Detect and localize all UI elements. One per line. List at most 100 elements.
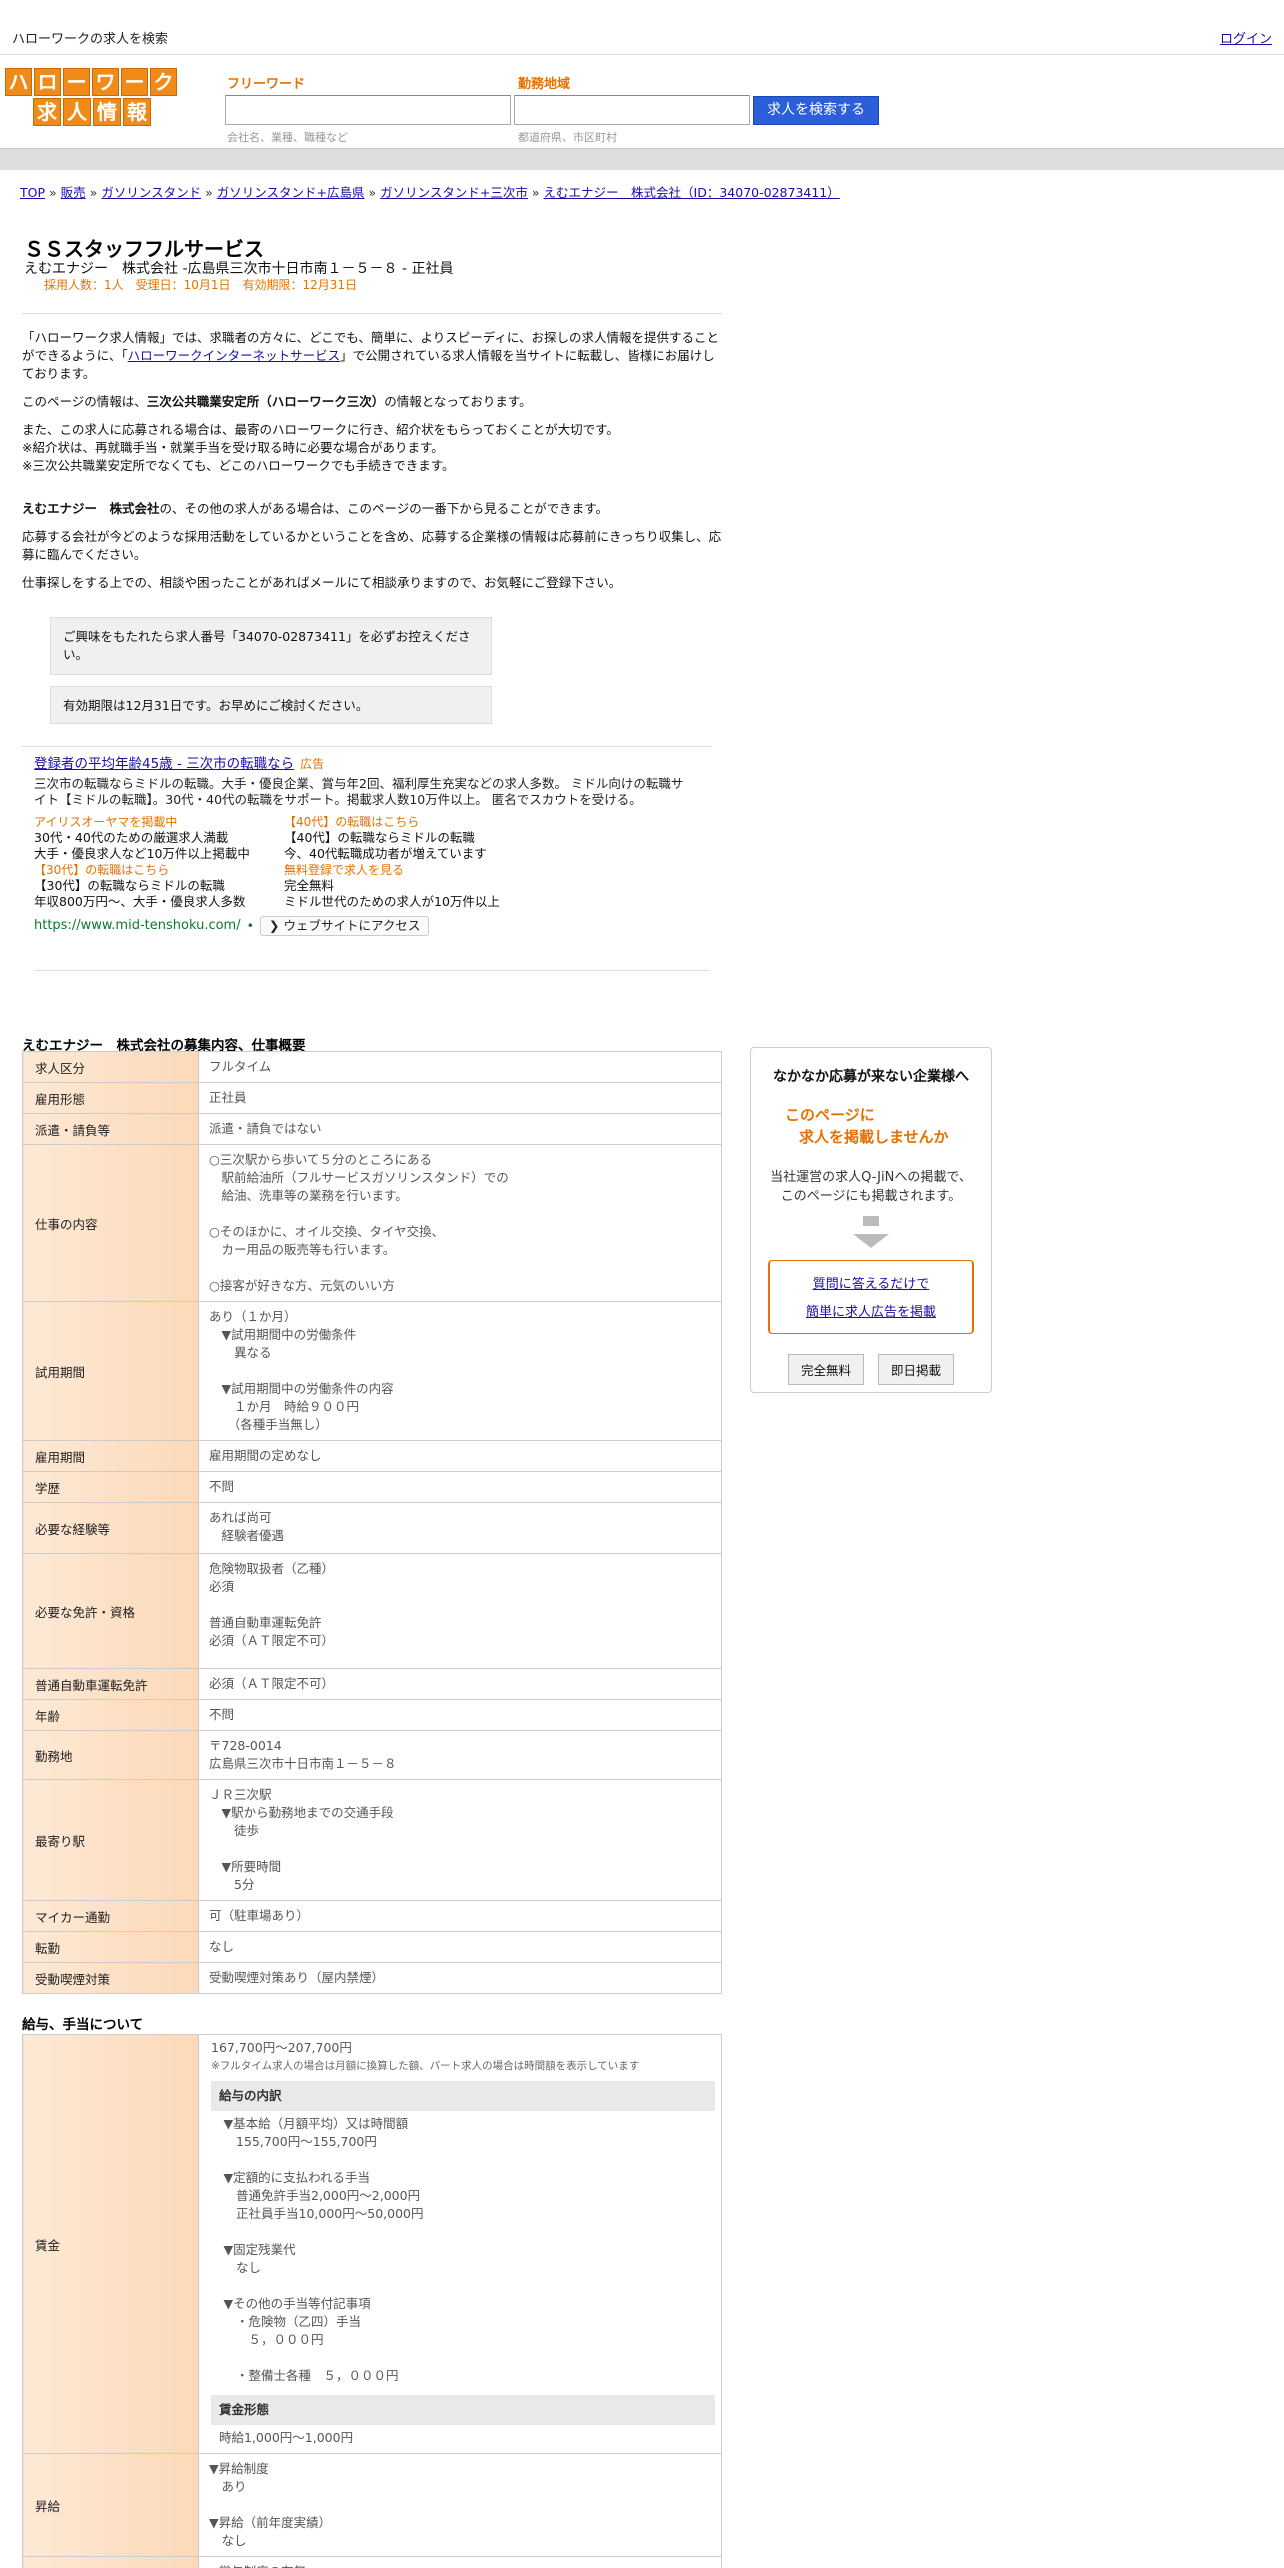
logo-char: ロ (34, 68, 61, 96)
hellowork-internet-service-link[interactable]: ハローワークインターネットサービス (128, 348, 341, 363)
breadcrumb-gas-station-miyoshi[interactable]: ガソリンスタンド+三次市 (380, 185, 528, 200)
search-button[interactable]: 求人を検索する (753, 96, 879, 125)
table-row: 必要な経験等 あれば尚可 経験者優遇 (22, 1502, 722, 1554)
login-link[interactable]: ログイン (1220, 28, 1272, 47)
hellowork-logo[interactable]: ハローワーク 求人情報 (5, 68, 181, 126)
table-row: 賃金 167,700円〜207,700円 ※フルタイム求人の場合は月額に換算した… (22, 2034, 722, 2454)
ad-sitelink[interactable]: アイリスオーヤマを掲載中 30代・40代のための厳選求人満載 大手・優良求人など… (34, 814, 284, 862)
breadcrumb-company[interactable]: えむエナジー 株式会社（ID：34070-02873411） (544, 185, 840, 200)
intro-paragraph-5: 応募する会社が今どのような採用活動をしているかということを含め、応募する企業様の… (22, 529, 722, 562)
ad-url[interactable]: https://www.mid-tenshoku.com/ (34, 918, 241, 934)
promo-title: なかなか応募が来ない企業様へ (773, 1069, 969, 1085)
top-bar: ハローワークの求人を検索 ログイン (0, 0, 1284, 55)
row-label: マイカー通勤 (22, 1900, 199, 1932)
row-value: 雇用期間の定めなし (198, 1440, 722, 1472)
ad-divider-top (22, 746, 712, 747)
sponsored-ad: 登録者の平均年齢45歳 - 三次市の転職なら 広告 三次市の転職ならミドルの転職。… (34, 756, 684, 936)
row-value: 正社員 (198, 1082, 722, 1114)
row-value: 不問 (198, 1699, 722, 1731)
row-value: ＪＲ三次駅 ▼駅から勤務地までの交通手段 徒歩 ▼所要時間 5分 (198, 1779, 722, 1901)
row-value: 167,700円〜207,700円 ※フルタイム求人の場合は月額に換算した額、パ… (198, 2034, 722, 2454)
table-row: 派遣・請負等 派遣・請負ではない (22, 1113, 722, 1145)
promo-link-post-ad[interactable]: 簡単に求人広告を掲載 (770, 1299, 972, 1327)
visit-website-button[interactable]: ❯ ウェブサイトにアクセス (259, 916, 430, 936)
row-value: 不問 (198, 1471, 722, 1503)
row-value: ○三次駅から歩いて５分のところにある 駅前給油所（フルサービスガソリンスタンド）… (198, 1144, 722, 1302)
row-label: 雇用期間 (22, 1440, 199, 1472)
freeword-hint: 会社名、業種、職種など (227, 131, 348, 144)
table-row: 求人区分 フルタイム (22, 1051, 722, 1083)
row-value: 危険物取扱者（乙種） 必須 普通自動車運転免許 必須（ＡＴ限定不可） (198, 1553, 722, 1669)
free-button[interactable]: 完全無料 (787, 1354, 864, 1385)
search-header: ハローワーク 求人情報 フリーワード 会社名、業種、職種など 勤務地域 都道府県… (0, 56, 1284, 148)
wage-range: 167,700円〜207,700円 (211, 2040, 352, 2055)
promo-headline: このページに 求人を掲載しませんか (785, 1106, 949, 1146)
promo-link-answer-questions[interactable]: 質問に答えるだけで (770, 1271, 972, 1299)
breadcrumb: TOP» 販売» ガソリンスタンド» ガソリンスタンド+広島県» ガソリンスタンド+三次… (20, 185, 840, 200)
breadcrumb-gas-station-hiroshima[interactable]: ガソリンスタンド+広島県 (217, 185, 365, 200)
row-label: 必要な免許・資格 (22, 1553, 199, 1669)
freeword-input[interactable] (225, 95, 511, 125)
header-divider (0, 148, 1284, 170)
row-value: ▼賞与制度の有無 あり (198, 2556, 722, 2568)
job-company-line: えむエナジー 株式会社 -広島県三次市十日市南１－５－８ - 正社員 (24, 261, 454, 277)
promo-links: 質問に答えるだけで 簡単に求人広告を掲載 (768, 1260, 974, 1334)
down-arrow-icon (863, 1216, 879, 1226)
breadcrumb-gas-station[interactable]: ガソリンスタンド (101, 185, 201, 200)
row-label: 派遣・請負等 (22, 1113, 199, 1145)
row-value: あれば尚可 経験者優遇 (198, 1502, 722, 1554)
row-label: 試用期間 (22, 1301, 199, 1441)
row-label: 必要な経験等 (22, 1502, 199, 1554)
ad-sitelink[interactable]: 【30代】の転職はこちら 【30代】の転職ならミドルの転職 年収800万円～、大… (34, 862, 284, 910)
table-row: 転勤 なし (22, 1931, 722, 1963)
table-row: マイカー通勤 可（駐車場あり） (22, 1900, 722, 1932)
table-row: ▼賞与制度の有無 あり (22, 2556, 722, 2568)
table-row: 試用期間 あり（１か月） ▼試用期間中の労働条件 異なる ▼試用期間中の労働条件の… (22, 1301, 722, 1441)
logo-char: 情 (93, 98, 121, 126)
wage-breakdown-title: 給与の内訳 (211, 2081, 715, 2111)
area-label: 勤務地域 (518, 77, 571, 92)
row-value: 受動喫煙対策あり（屋内禁煙） (198, 1962, 722, 1994)
row-label: 普通自動車運転免許 (22, 1668, 199, 1700)
ad-menu-dot-icon[interactable]: • (247, 918, 254, 934)
logo-char: 求 (33, 98, 61, 126)
row-label: 昇給 (22, 2453, 199, 2557)
table-row: 受動喫煙対策 受動喫煙対策あり（屋内禁煙） (22, 1962, 722, 1994)
breadcrumb-top[interactable]: TOP (20, 185, 45, 200)
row-label: 最寄り駅 (22, 1779, 199, 1901)
ad-description: 三次市の転職ならミドルの転職。大手・優良企業、賞与年2回、福利厚生充実などの求人… (34, 776, 684, 807)
advertise-promo-box: なかなか応募が来ない企業様へ このページに 求人を掲載しませんか 当社運営の求人… (750, 1047, 992, 1393)
expiry-notice: 有効期限は12月31日です。お早めにご検討ください。 (50, 686, 492, 724)
row-value: 〒728-0014 広島県三次市十日市南１－５－８ (198, 1730, 722, 1780)
down-arrow-icon (853, 1234, 889, 1248)
breadcrumb-sales[interactable]: 販売 (61, 185, 86, 200)
divider (22, 313, 722, 314)
wage-section-heading: 給与、手当について (22, 2017, 144, 2033)
area-hint: 都道府県、市区町村 (518, 131, 617, 144)
row-value: ▼昇給制度 あり ▼昇給（前年度実績） なし (198, 2453, 722, 2557)
table-row: 普通自動車運転免許 必須（ＡＴ限定不可） (22, 1668, 722, 1700)
table-row: 最寄り駅 ＪＲ三次駅 ▼駅から勤務地までの交通手段 徒歩 ▼所要時間 5分 (22, 1779, 722, 1901)
logo-char: ハ (5, 68, 32, 96)
freeword-label: フリーワード (227, 77, 306, 92)
job-meta: 採用人数：1人 受理日：10月1日 有効期限：12月31日 (44, 278, 358, 292)
intro-paragraph-3: また、この求人に応募される場合は、最寄のハローワークに行き、紹介状をもらっておく… (22, 422, 619, 473)
same-day-button[interactable]: 即日掲載 (878, 1354, 955, 1385)
ad-headline-link[interactable]: 登録者の平均年齢45歳 - 三次市の転職なら (34, 756, 294, 772)
ad-sitelink[interactable]: 【40代】の転職はこちら 【40代】の転職ならミドルの転職 今、40代転職成功者… (284, 814, 564, 862)
logo-char: ワ (92, 68, 119, 96)
ad-divider-bottom (34, 970, 710, 971)
logo-char: ー (121, 68, 148, 96)
ad-sitelinks: アイリスオーヤマを掲載中 30代・40代のための厳選求人満載 大手・優良求人など… (34, 814, 684, 910)
table-row: 年齢 不問 (22, 1699, 722, 1731)
row-label: 転勤 (22, 1931, 199, 1963)
ad-sitelink[interactable]: 無料登録で求人を見る 完全無料 ミドル世代のための求人が10万件以上 (284, 862, 564, 910)
table-row: 仕事の内容 ○三次駅から歩いて５分のところにある 駅前給油所（フルサービスガソリン… (22, 1144, 722, 1302)
logo-char: ク (150, 68, 177, 96)
area-input[interactable] (514, 95, 750, 125)
logo-char: ー (63, 68, 90, 96)
row-label: 賃金 (22, 2034, 199, 2454)
row-value: 派遣・請負ではない (198, 1113, 722, 1145)
row-label: 求人区分 (22, 1051, 199, 1083)
wage-table: 賃金 167,700円〜207,700円 ※フルタイム求人の場合は月額に換算した… (22, 2034, 722, 2568)
